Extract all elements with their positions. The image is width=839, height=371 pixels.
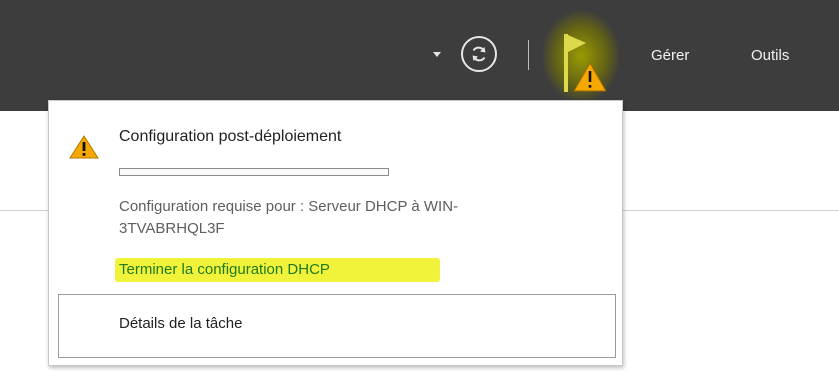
task-details-button[interactable]: Détails de la tâche — [58, 294, 616, 358]
server-manager-toolbar: Gérer Outils — [0, 0, 839, 111]
menu-manage[interactable]: Gérer — [651, 47, 689, 64]
task-details-label: Détails de la tâche — [119, 315, 243, 332]
warning-icon — [69, 135, 99, 159]
toolbar-separator — [528, 40, 529, 70]
menu-tools[interactable]: Outils — [751, 47, 789, 64]
refresh-icon — [472, 46, 486, 62]
chevron-down-icon[interactable] — [433, 52, 441, 57]
refresh-button[interactable] — [461, 36, 497, 72]
notification-title: Configuration post-déploiement — [119, 128, 342, 145]
notification-description: Configuration requise pour : Serveur DHC… — [119, 198, 459, 237]
warning-icon — [573, 61, 607, 92]
notifications-panel: Configuration post-déploiement Configura… — [48, 100, 623, 366]
progress-bar — [119, 168, 389, 176]
complete-dhcp-configuration-link[interactable]: Terminer la configuration DHCP — [119, 261, 330, 278]
notifications-flag-button[interactable] — [540, 10, 630, 102]
